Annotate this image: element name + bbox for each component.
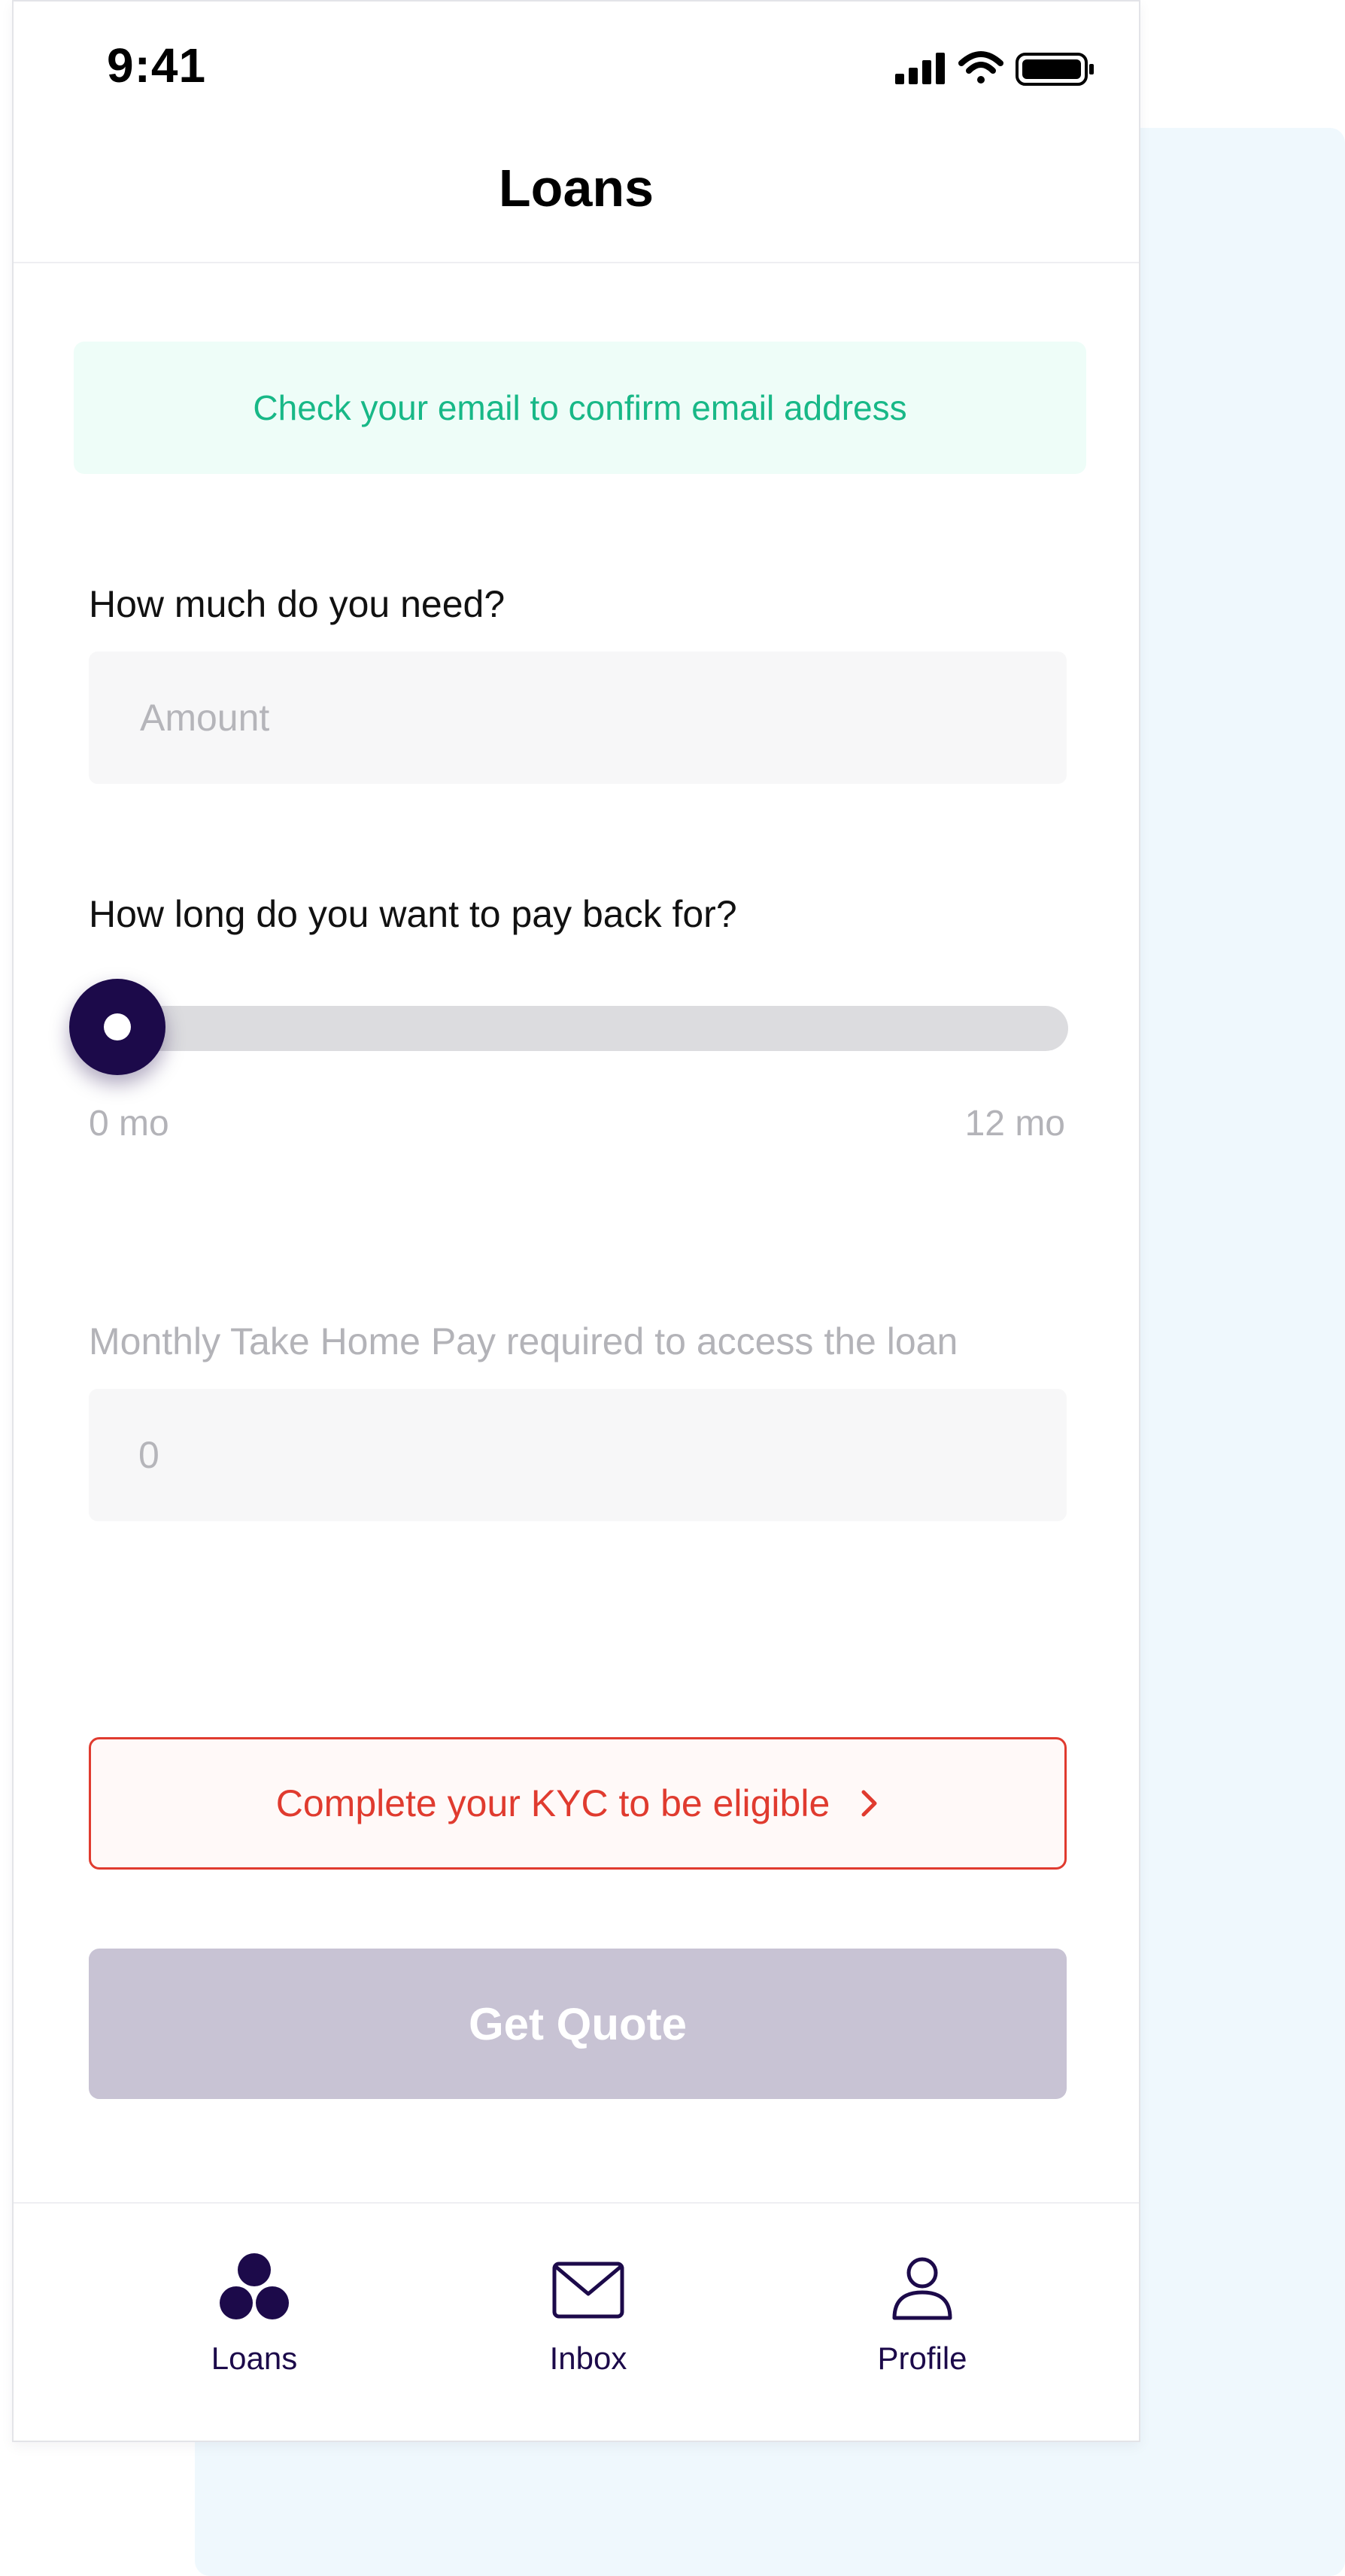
status-time: 9:41 — [107, 38, 207, 93]
tab-inbox[interactable]: Inbox — [475, 2249, 701, 2399]
term-min-label: 0 mo — [89, 1104, 169, 1144]
term-slider-track[interactable] — [89, 1006, 1068, 1051]
signal-icon — [895, 53, 945, 84]
amount-field[interactable] — [89, 652, 1067, 784]
loans-icon — [213, 2249, 296, 2331]
take-home-label: Monthly Take Home Pay required to access… — [89, 1320, 958, 1362]
kyc-button-label: Complete your KYC to be eligible — [275, 1782, 830, 1824]
get-quote-label: Get Quote — [468, 1998, 687, 2049]
tab-loans[interactable]: Loans — [141, 2249, 367, 2399]
take-home-field: 0 — [89, 1389, 1067, 1521]
banner-text: Check your email to confirm email addres… — [253, 388, 907, 427]
term-max-label: 12 mo — [964, 1104, 1065, 1144]
header: Loans — [14, 129, 1139, 263]
phone-screen: 9:41 Loans Check your email to confirm e… — [12, 0, 1140, 2442]
mail-icon — [547, 2249, 630, 2331]
get-quote-button[interactable]: Get Quote — [89, 1949, 1067, 2099]
tab-inbox-label: Inbox — [549, 2341, 627, 2376]
battery-icon — [1016, 53, 1094, 86]
status-icons — [895, 51, 1094, 86]
amount-input[interactable] — [138, 695, 1067, 740]
term-slider-thumb[interactable] — [69, 979, 165, 1075]
slider-thumb-dot — [104, 1013, 131, 1040]
person-icon — [881, 2249, 964, 2331]
chevron-right-icon — [860, 1788, 879, 1818]
tab-profile-label: Profile — [877, 2341, 967, 2376]
status-bar: 9:41 — [14, 2, 1139, 129]
tab-loans-label: Loans — [211, 2341, 298, 2376]
email-confirm-banner: Check your email to confirm email addres… — [74, 342, 1086, 474]
tab-profile[interactable]: Profile — [809, 2249, 1035, 2399]
term-label: How long do you want to pay back for? — [89, 893, 737, 935]
bottom-tab-bar: Loans Inbox Profile — [14, 2202, 1139, 2442]
complete-kyc-button[interactable]: Complete your KYC to be eligible — [89, 1737, 1067, 1870]
wifi-icon — [958, 51, 1003, 84]
take-home-value: 0 — [138, 1434, 159, 1476]
page-title: Loans — [498, 159, 654, 217]
amount-label: How much do you need? — [89, 583, 506, 625]
